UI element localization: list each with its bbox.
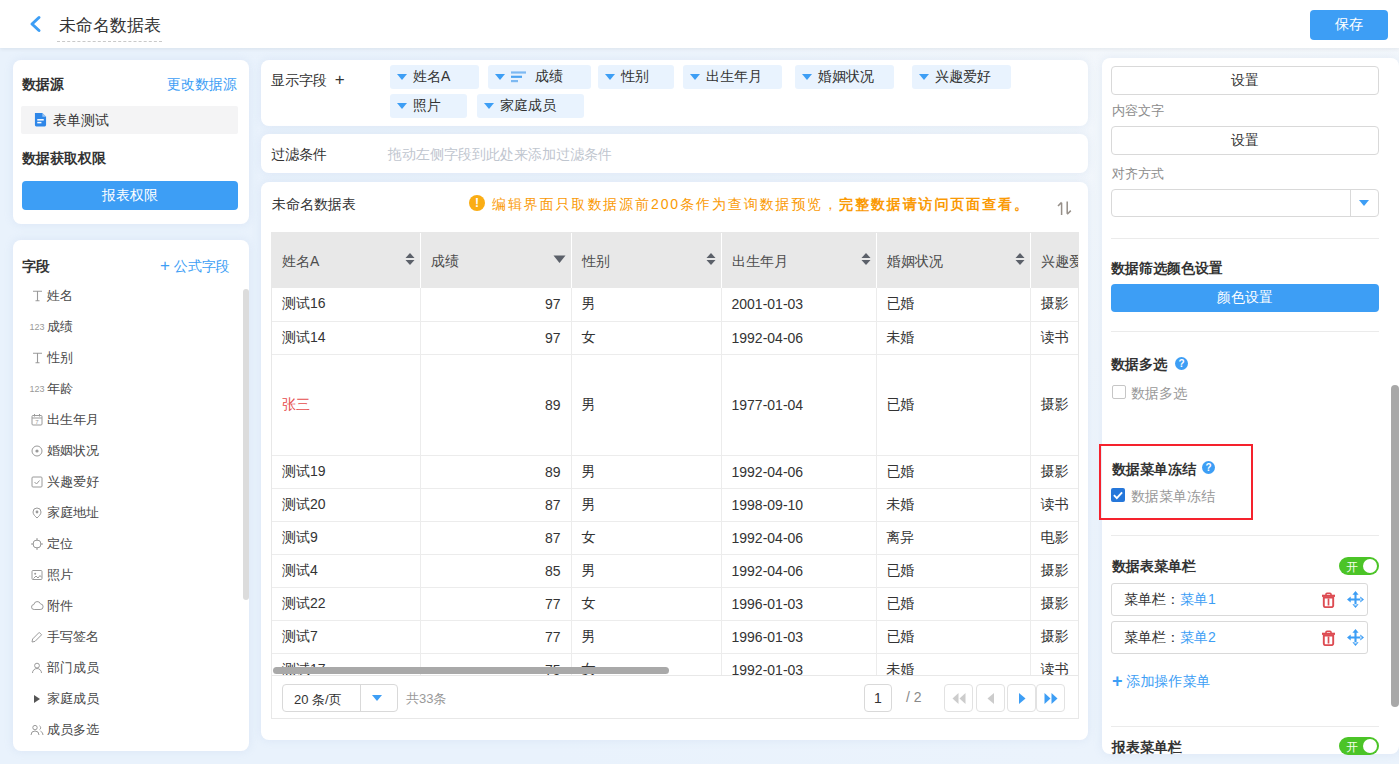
svg-text:7: 7 xyxy=(35,418,39,424)
